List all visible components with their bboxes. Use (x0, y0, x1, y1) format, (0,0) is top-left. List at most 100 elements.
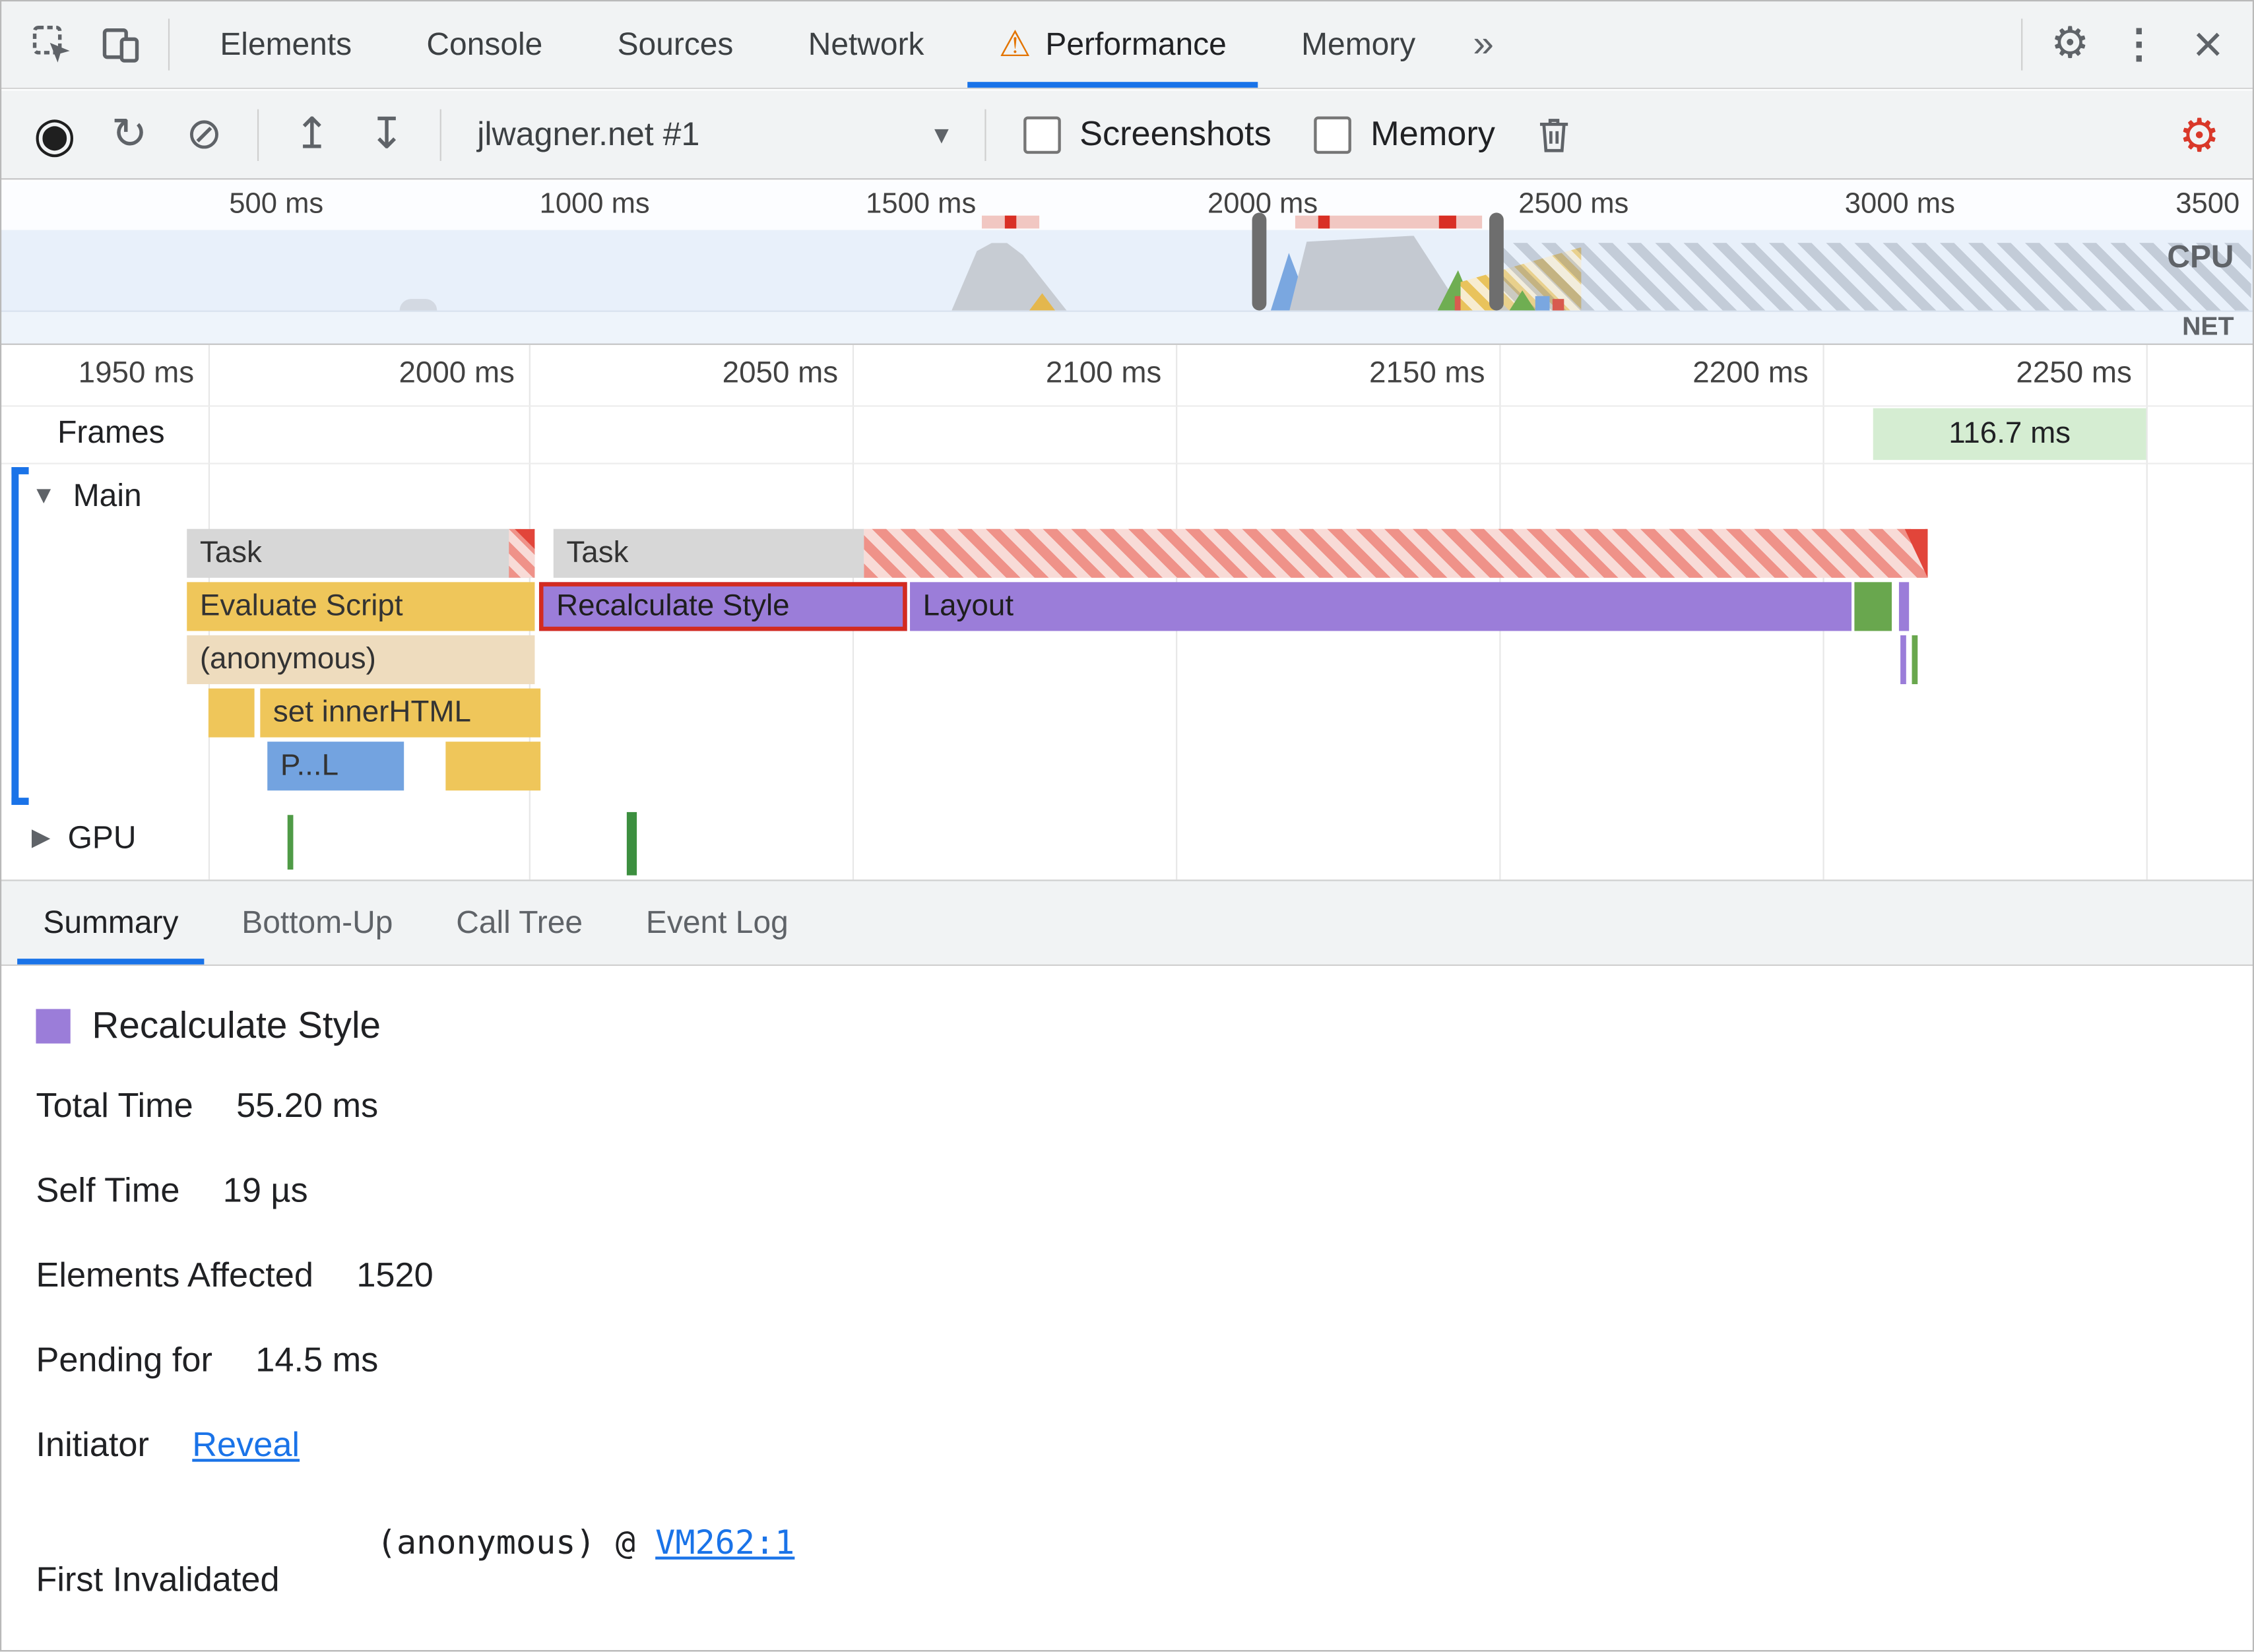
tab-label: Performance (1045, 25, 1227, 61)
trash-icon[interactable] (1520, 100, 1589, 169)
flame-bar-sliver[interactable] (1900, 635, 1906, 685)
tab-performance[interactable]: ⚠ Performance (961, 0, 1264, 88)
load-profile-icon[interactable]: ↥ (277, 100, 346, 169)
capture-settings-gear-icon[interactable]: ⚙ (2165, 100, 2234, 169)
stat-label: Initiator (36, 1426, 149, 1465)
inspect-element-icon[interactable] (17, 9, 86, 79)
warning-icon: ⚠ (998, 23, 1031, 64)
first-invalidated-label: First Invalidated (36, 1560, 280, 1600)
tab-elements[interactable]: Elements (183, 0, 389, 88)
flame-bar-script-small[interactable] (208, 688, 255, 738)
tabbar-right-controls: ⚙ ⋮ × (2009, 9, 2254, 79)
flame-bar-longtask-overrun[interactable] (864, 528, 1928, 578)
more-options-icon[interactable]: ⋮ (2104, 9, 2174, 79)
more-tabs-icon[interactable]: » (1453, 22, 1514, 67)
performance-toolbar: ◉ ↻ ⊘ ↥ ↧ jlwagner.net #1 ▾ Screenshots … (0, 90, 2254, 180)
first-invalidated-value: (anonymous) @ VM262:1 (377, 1525, 795, 1562)
flame-bar-set-innerhtml[interactable]: set innerHTML (260, 688, 541, 738)
net-strip-label: NET (2182, 311, 2234, 341)
chevron-collapsed-icon[interactable]: ▶ (32, 823, 50, 852)
summary-event-title: Recalculate Style (92, 1003, 381, 1047)
settings-gear-icon[interactable]: ⚙ (2036, 9, 2105, 79)
flame-bar-label: Recalculate Style (556, 589, 790, 623)
flame-bar-parse-html[interactable]: P...L (267, 742, 404, 791)
flame-bar-label: (anonymous) (199, 642, 376, 676)
event-color-swatch (36, 1008, 71, 1043)
tab-call-tree[interactable]: Call Tree (424, 881, 614, 964)
source-location-link[interactable]: VM262:1 (655, 1525, 794, 1562)
flame-bar-anonymous[interactable]: (anonymous) (187, 635, 535, 685)
profile-select[interactable]: jlwagner.net #1 ▾ (460, 103, 966, 166)
flame-bar-label: P...L (280, 749, 339, 782)
main-track-header[interactable]: ▼ Main (32, 477, 142, 515)
close-icon[interactable]: × (2174, 9, 2243, 79)
stat-label: Total Time (36, 1087, 193, 1126)
timeline-overview[interactable]: 500 ms 1000 ms 1500 ms 2000 ms 2500 ms 3… (0, 181, 2254, 345)
flame-bar-label: Layout (922, 589, 1014, 623)
tab-sources[interactable]: Sources (580, 0, 771, 88)
stat-label: Elements Affected (36, 1256, 313, 1295)
tab-summary[interactable]: Summary (11, 881, 210, 965)
tab-network[interactable]: Network (771, 0, 961, 88)
flame-bar-label: Task (566, 536, 629, 569)
flame-bar-recalculate-style-selected[interactable]: Recalculate Style (538, 582, 907, 631)
timeline-ruler-label: 2200 ms (1692, 356, 1809, 390)
summary-legend: Recalculate Style (36, 1003, 381, 1048)
overview-net-strip[interactable] (0, 310, 2254, 344)
clear-icon[interactable]: ⊘ (170, 100, 239, 169)
flame-bar-sliver[interactable] (1898, 582, 1910, 631)
initiator-reveal-link[interactable]: Reveal (192, 1426, 300, 1465)
stat-value: 19 µs (222, 1171, 308, 1211)
flame-bar-paint[interactable] (1854, 582, 1892, 631)
stack-frame-function: (anonymous) @ (376, 1525, 635, 1563)
chevron-expanded-icon[interactable]: ▼ (32, 482, 56, 511)
main-track-selection-bracket (11, 467, 29, 806)
flame-bar-sliver[interactable] (1912, 635, 1918, 685)
record-button[interactable]: ◉ (20, 100, 90, 169)
tab-label: Network (808, 25, 924, 61)
checkbox-label: Screenshots (1079, 114, 1272, 154)
tab-event-log[interactable]: Event Log (614, 881, 820, 964)
checkbox-label: Memory (1370, 114, 1495, 154)
tab-label: Call Tree (456, 904, 583, 940)
stat-label: Pending for (36, 1341, 212, 1380)
checkbox-box[interactable] (1023, 115, 1061, 154)
timeline-ruler-label: 1950 ms (78, 356, 195, 390)
gpu-activity-bar[interactable] (626, 811, 637, 875)
frame-duration-bar[interactable]: 116.7 ms (1873, 408, 2146, 461)
cpu-activity-shape (399, 299, 437, 311)
profile-select-value: jlwagner.net #1 (477, 115, 700, 152)
tab-console[interactable]: Console (389, 0, 580, 88)
overview-window-left-handle[interactable] (1252, 212, 1267, 311)
summary-stat-row: Total Time 55.20 ms (36, 1087, 378, 1127)
tab-label: Bottom-Up (242, 904, 393, 940)
memory-checkbox[interactable]: Memory (1314, 114, 1495, 154)
checkbox-box[interactable] (1314, 115, 1352, 154)
overview-ruler-label: 3500 (2175, 188, 2240, 220)
gpu-activity-bar[interactable] (287, 815, 294, 870)
gpu-track-label: GPU (67, 819, 137, 856)
flame-bar-script-small[interactable] (445, 742, 541, 791)
overview-ruler-label: 3000 ms (1844, 188, 1955, 220)
cpu-strip-label: CPU (2167, 238, 2234, 275)
cpu-activity-shape (1552, 299, 1564, 311)
screenshots-checkbox[interactable]: Screenshots (1023, 114, 1272, 154)
summary-stat-row: Self Time 19 µs (36, 1172, 307, 1212)
reload-and-record-icon[interactable]: ↻ (95, 100, 164, 169)
stat-label: Self Time (36, 1171, 180, 1211)
flame-bar-task[interactable]: Task (553, 528, 864, 578)
divider (0, 405, 2254, 407)
timeline-ruler-label: 2250 ms (2016, 356, 2132, 390)
flame-bar-task[interactable]: Task (187, 528, 535, 578)
frames-track-label[interactable]: Frames (57, 414, 164, 451)
gridline (2146, 344, 2148, 880)
tab-memory[interactable]: Memory (1264, 0, 1452, 88)
save-profile-icon[interactable]: ↧ (352, 100, 422, 169)
flame-bar-layout[interactable]: Layout (910, 582, 1852, 631)
overview-window-right-handle[interactable] (1489, 212, 1504, 311)
tab-bottom-up[interactable]: Bottom-Up (210, 881, 424, 964)
flame-bar-evaluate-script[interactable]: Evaluate Script (187, 582, 535, 631)
flame-bar-label: Evaluate Script (199, 589, 403, 623)
device-toolbar-icon[interactable] (86, 9, 156, 79)
gpu-track-header[interactable]: ▶ GPU (32, 819, 137, 857)
